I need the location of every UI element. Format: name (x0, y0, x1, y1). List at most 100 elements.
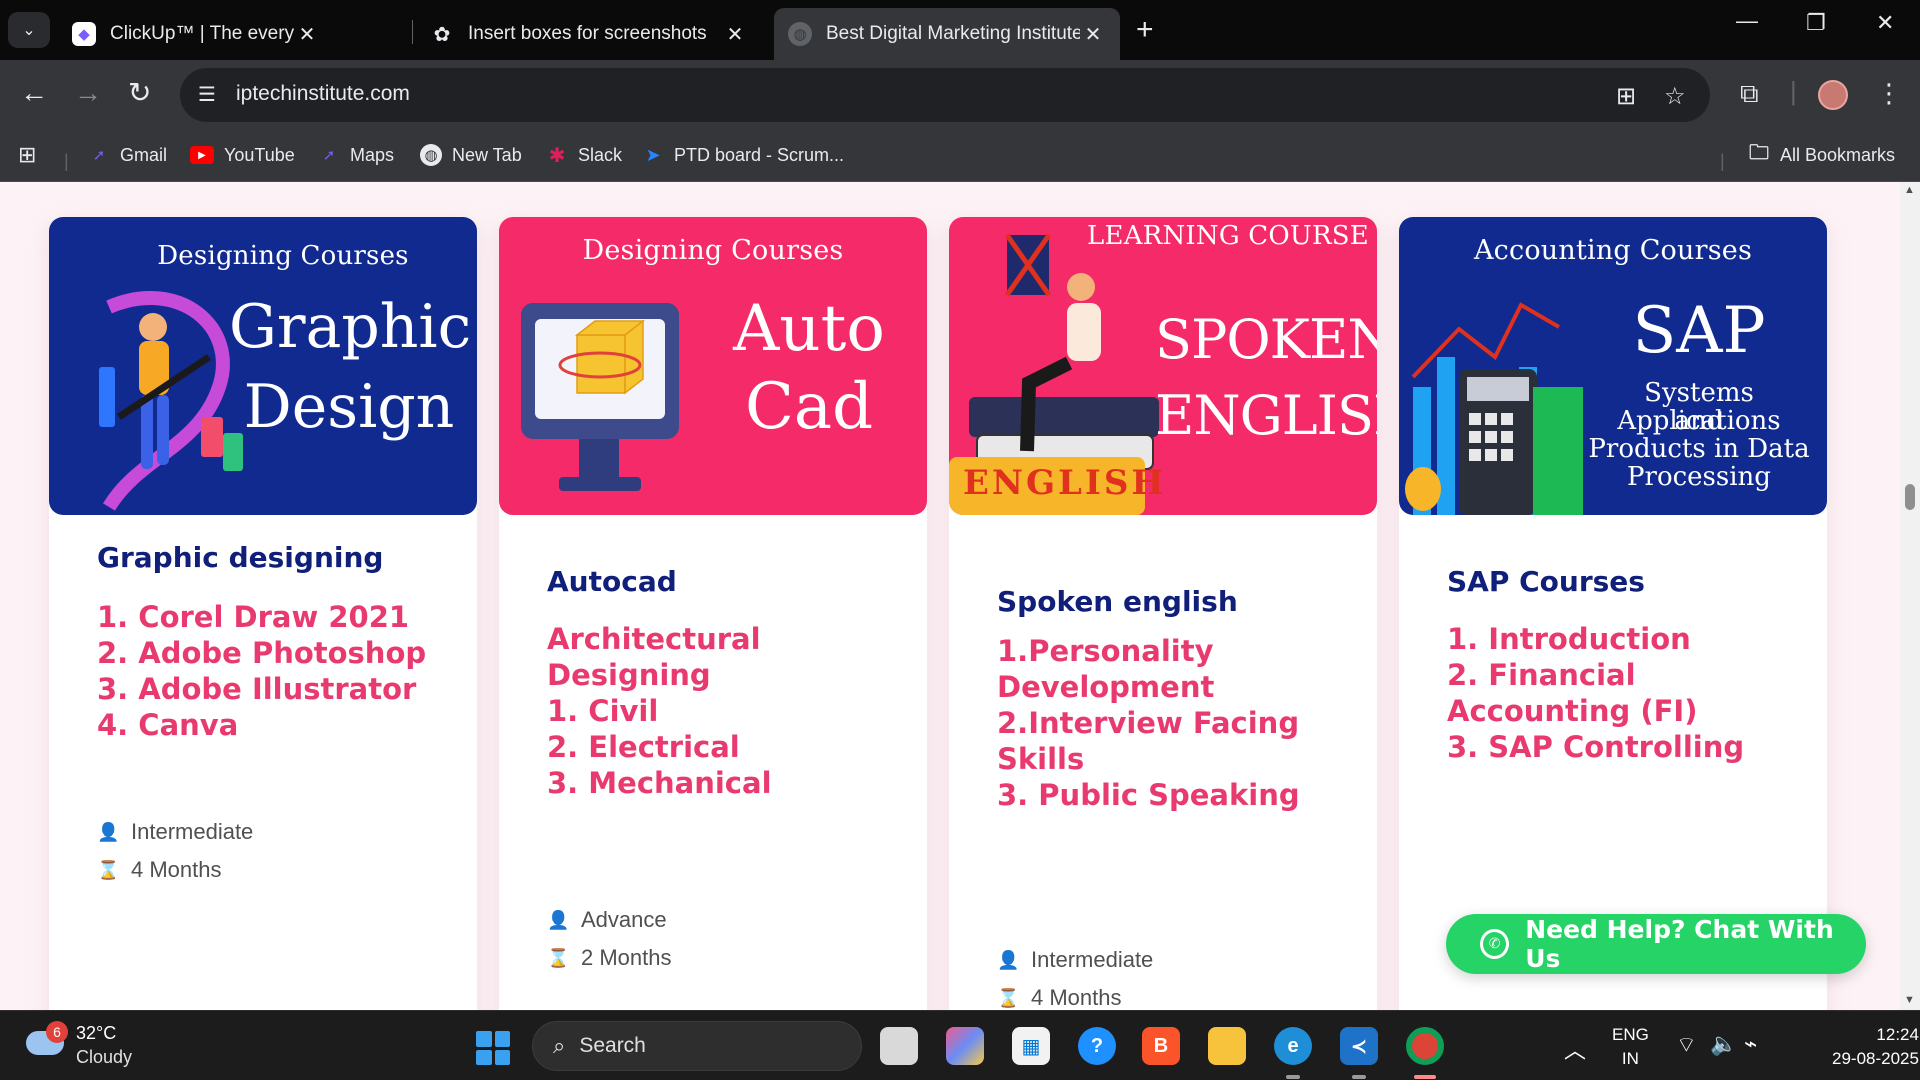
file-explorer-icon[interactable] (1208, 1027, 1246, 1065)
bookmark-youtube[interactable]: ▶ YouTube (190, 140, 295, 170)
copilot-icon[interactable] (946, 1027, 984, 1065)
banner-title-line2: Cad (744, 370, 874, 444)
new-tab-plus-icon[interactable]: + (1136, 14, 1154, 46)
course-card-autocad[interactable]: Designing Courses Auto Cad Autocad Archi… (499, 217, 927, 1010)
course-level: 👤 Intermediate (97, 819, 253, 845)
course-banner[interactable]: Accounting Courses SAP Systems Applicati… (1399, 217, 1827, 515)
course-title[interactable]: SAP Courses (1447, 565, 1645, 598)
course-title[interactable]: Spoken english (997, 585, 1238, 618)
browser-toolbar: ← → ↻ ☰ iptechinstitute.com ⊞ ☆ ⧉ | ⋮ (0, 60, 1920, 130)
scroll-up-arrow-icon[interactable]: ▲ (1904, 184, 1915, 196)
tab-title: Best Digital Marketing Institute (826, 23, 1080, 44)
apps-grid-icon: ⊞ (18, 142, 37, 167)
url-text[interactable]: iptechinstitute.com (236, 82, 410, 106)
user-icon: 👤 (997, 949, 1020, 970)
banner-subtitle: LEARNING COURSE (1087, 221, 1369, 251)
system-clock[interactable]: 12:24 29-08-2025 (1832, 1023, 1919, 1071)
reload-icon[interactable]: ↻ (128, 78, 151, 108)
tab-search-chevron-icon[interactable]: ⌄ (8, 12, 50, 48)
banner-title-line4: Products in Data (1588, 434, 1810, 464)
course-topic: 2.Interview Facing (997, 706, 1300, 740)
profile-avatar[interactable] (1818, 80, 1848, 110)
course-topic: Architectural (547, 622, 761, 656)
maps-icon: ➚ (322, 147, 336, 164)
bookmarks-bar: ⊞ | ➚ Gmail ▶ YouTube ➚ Maps ◍ New Tab ✱… (0, 130, 1920, 182)
close-icon[interactable]: ✕ (294, 22, 320, 47)
bookmark-maps[interactable]: ➚ Maps (318, 140, 394, 170)
windows-taskbar: 6 32°C Cloudy ⌕ Search ▦ ? B e ≺ ︿ ENG I… (0, 1010, 1920, 1080)
course-topic: 3. Public Speaking (997, 778, 1300, 812)
close-icon[interactable]: ✕ (1080, 22, 1106, 47)
course-card-spoken-english[interactable]: LEARNING COURSE SPOKEN ENGLISH ENGLISH S… (949, 217, 1377, 1010)
course-banner[interactable]: LEARNING COURSE SPOKEN ENGLISH ENGLISH (949, 217, 1377, 515)
windows-start-icon[interactable] (476, 1031, 510, 1065)
extensions-puzzle-icon[interactable]: ⧉ (1740, 78, 1759, 110)
taskbar-search-box[interactable]: ⌕ Search (532, 1021, 862, 1071)
site-info-icon[interactable]: ☰ (198, 82, 224, 108)
scrollbar-thumb[interactable] (1905, 484, 1915, 510)
course-title[interactable]: Autocad (547, 565, 677, 598)
brave-browser-icon[interactable]: B (1142, 1027, 1180, 1065)
banner-title-line3: and (1674, 406, 1724, 436)
bookmark-ptd-board[interactable]: ➤ PTD board - Scrum... (642, 140, 844, 170)
course-topic: 2. Financial (1447, 658, 1636, 692)
all-bookmarks[interactable]: 🗀 All Bookmarks (1748, 140, 1895, 170)
folder-icon: 🗀 (1749, 142, 1769, 164)
course-title[interactable]: Graphic designing (97, 541, 383, 574)
toolbar-divider: | (1790, 76, 1797, 106)
bookmark-newtab[interactable]: ◍ New Tab (420, 140, 522, 170)
edge-browser-icon[interactable]: e (1274, 1027, 1312, 1065)
tab-clickup[interactable]: ◆ ClickUp™ | The everything app f ✕ (58, 8, 334, 60)
window-close-icon[interactable]: ✕ (1876, 10, 1894, 36)
course-level: 👤 Advance (547, 907, 667, 933)
banner-title-line2: Design (243, 372, 455, 442)
gmail-icon: ➚ (92, 147, 106, 164)
help-icon[interactable]: ? (1078, 1027, 1116, 1065)
course-banner[interactable]: Designing Courses Graphic Design (49, 217, 477, 515)
hourglass-icon: ⌛ (547, 947, 570, 968)
chatgpt-icon: ✿ (433, 23, 451, 46)
level-text: Advance (581, 907, 667, 932)
apps-grid-icon[interactable]: ⊞ (18, 140, 36, 170)
course-topic: 3. SAP Controlling (1447, 730, 1745, 764)
minimize-icon[interactable]: — (1736, 8, 1758, 34)
translate-icon[interactable]: ⊞ (1616, 82, 1636, 111)
bookmark-star-icon[interactable]: ☆ (1664, 82, 1686, 111)
restore-icon[interactable]: ❐ (1806, 10, 1826, 36)
weather-condition: Cloudy (76, 1047, 133, 1067)
page-scrollbar[interactable]: ▲ ▼ (1900, 182, 1920, 1010)
task-view-icon[interactable] (880, 1027, 918, 1065)
course-topic: 1.Personality (997, 634, 1214, 668)
bookmark-label: Maps (350, 144, 395, 165)
close-icon[interactable]: ✕ (722, 22, 748, 47)
course-topic: 2. Electrical (547, 730, 740, 764)
tab-title: ClickUp™ | The everything app f (110, 23, 294, 44)
tab-active-iptech[interactable]: ◍ Best Digital Marketing Institute ✕ (774, 8, 1120, 60)
user-icon: 👤 (97, 821, 120, 842)
banner-title-line1: Auto (733, 292, 885, 366)
tab-chatgpt[interactable]: ✿ Insert boxes for screenshots ✕ (416, 8, 762, 60)
hourglass-icon: ⌛ (997, 987, 1020, 1008)
microsoft-store-icon[interactable]: ▦ (1012, 1027, 1050, 1065)
app-active-indicator (1414, 1075, 1436, 1079)
back-arrow-icon[interactable]: ← (20, 78, 48, 108)
vscode-icon[interactable]: ≺ (1340, 1027, 1378, 1065)
tray-overflow-chevron-icon[interactable]: ︿ (1564, 1033, 1586, 1065)
course-card-graphic-design[interactable]: Designing Courses Graphic Design Graphic… (49, 217, 477, 1010)
kebab-menu-icon[interactable]: ⋮ (1876, 78, 1902, 109)
course-card-sap[interactable]: Accounting Courses SAP Systems Applicati… (1399, 217, 1827, 1010)
language-indicator[interactable]: ENG IN (1612, 1023, 1649, 1071)
scroll-down-arrow-icon[interactable]: ▼ (1904, 994, 1915, 1006)
address-bar[interactable]: ☰ iptechinstitute.com ⊞ ☆ (180, 68, 1710, 122)
bookmark-slack[interactable]: ✱ Slack (546, 140, 622, 170)
bookmark-gmail[interactable]: ➚ Gmail (88, 140, 167, 170)
chrome-icon[interactable] (1406, 1027, 1444, 1065)
course-banner[interactable]: Designing Courses Auto Cad (499, 217, 927, 515)
banner-subtitle: Accounting Courses (1473, 235, 1753, 266)
chat-with-us-button[interactable]: ✆ Need Help? Chat With Us (1446, 914, 1866, 974)
forward-arrow-icon[interactable]: → (74, 78, 102, 108)
battery-charging-icon[interactable]: ⌁ (1744, 1031, 1757, 1057)
wifi-icon[interactable]: ⌔ (1676, 1031, 1697, 1059)
course-duration: ⌛ 4 Months (97, 857, 222, 883)
volume-icon[interactable]: 🔈 (1710, 1031, 1737, 1057)
